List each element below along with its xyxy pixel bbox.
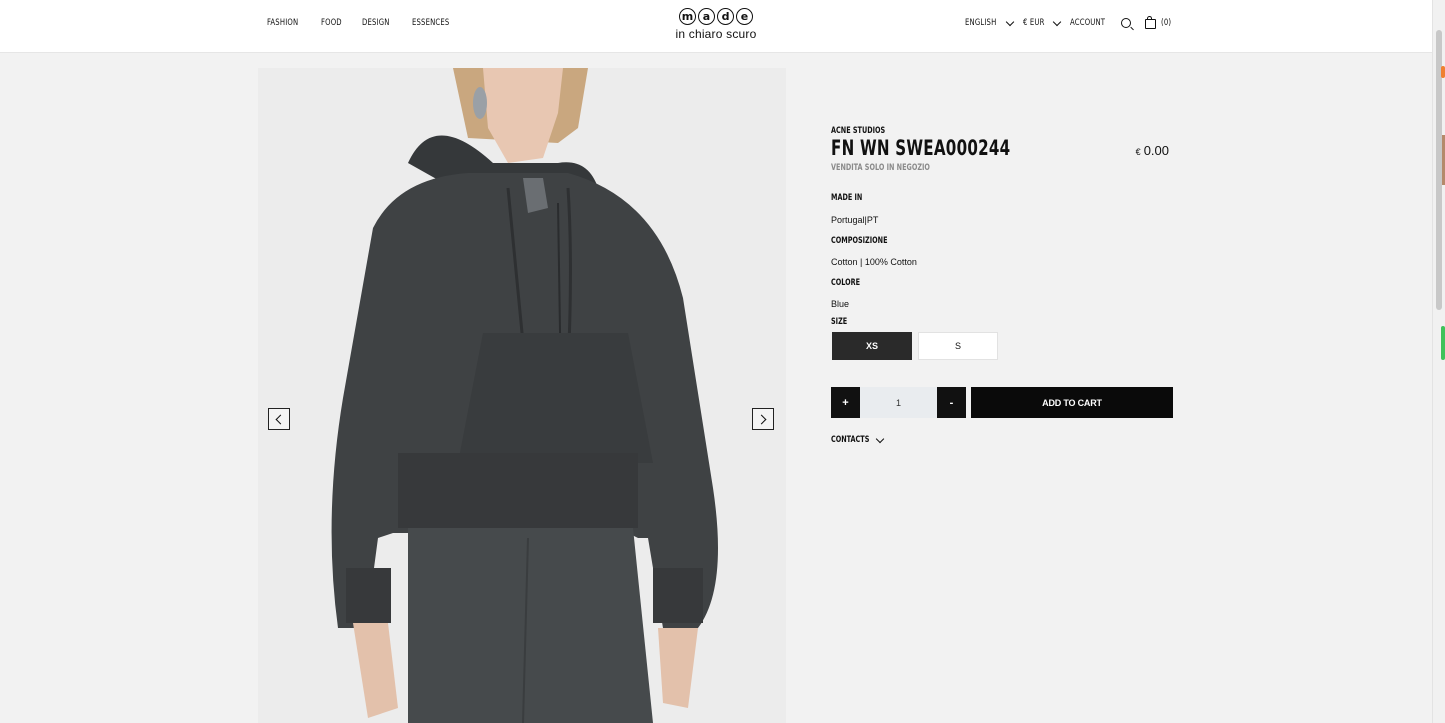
logo-tagline: in chiaro scuro	[675, 27, 757, 41]
site-header: FASHION FOOD DESIGN ESSENCES m a d e in …	[0, 0, 1433, 53]
nav-food[interactable]: FOOD	[321, 18, 342, 28]
next-image-button[interactable]	[752, 408, 774, 430]
scroll-marker	[1441, 326, 1445, 360]
quantity-decrease-button[interactable]: -	[937, 387, 966, 418]
nav-fashion[interactable]: FASHION	[267, 18, 298, 28]
size-option-s[interactable]: S	[918, 332, 998, 360]
language-selector[interactable]: ENGLISH	[965, 17, 1015, 28]
account-label: ACCOUNT	[1069, 18, 1105, 28]
chevron-down-icon	[1052, 17, 1061, 26]
chevron-left-icon	[275, 414, 286, 424]
price-value: 0.00	[1143, 143, 1169, 158]
contacts-label: CONTACTS	[831, 435, 870, 445]
currency-label: € EUR	[1023, 18, 1045, 28]
product-title: FN WN SWEA000244	[831, 136, 1011, 160]
product-image	[258, 68, 786, 723]
product-photo	[258, 68, 786, 723]
search-icon	[1120, 18, 1131, 28]
nav-essences[interactable]: ESSENCES	[412, 18, 449, 28]
chevron-down-icon	[875, 434, 885, 443]
account-link[interactable]: ACCOUNT	[1070, 18, 1111, 28]
logo-mark: m a d e	[674, 8, 758, 25]
logo-letter-a: a	[698, 8, 715, 25]
language-label: ENGLISH	[965, 18, 997, 28]
product-brand[interactable]: ACNE STUDIOS	[831, 126, 885, 136]
chevron-down-icon	[1005, 17, 1015, 26]
logo-letter-m: m	[679, 8, 696, 25]
size-label: SIZE	[831, 317, 848, 327]
quantity-input[interactable]	[860, 387, 937, 418]
made-in-label: MADE IN	[831, 193, 863, 203]
logo-letter-d: d	[717, 8, 734, 25]
utility-nav: ENGLISH € EUR ACCOUNT (0)	[965, 16, 1173, 29]
main-nav: FASHION FOOD DESIGN ESSENCES	[267, 18, 456, 28]
color-label: COLORE	[831, 278, 861, 288]
cart-count: (0)	[1160, 18, 1172, 28]
scroll-marker	[1441, 66, 1445, 78]
chevron-right-icon	[756, 414, 767, 424]
contacts-toggle[interactable]: CONTACTS	[831, 434, 885, 445]
previous-image-button[interactable]	[268, 408, 290, 430]
add-to-cart-button[interactable]: ADD TO CART	[971, 387, 1173, 418]
cart-button[interactable]: (0)	[1144, 16, 1173, 29]
page-scrollbar[interactable]	[1432, 0, 1445, 723]
search-button[interactable]	[1120, 18, 1131, 28]
currency-symbol: €	[1135, 147, 1141, 157]
made-in-value: Portugal|PT	[831, 215, 879, 225]
store-only-note: VENDITA SOLO IN NEGOZIO	[831, 163, 930, 173]
product-price: €0.00	[1136, 143, 1169, 158]
site-logo[interactable]: m a d e in chiaro scuro	[674, 8, 758, 46]
composition-value: Cotton | 100% Cotton	[831, 257, 917, 267]
quantity-increase-button[interactable]: +	[831, 387, 860, 418]
size-option-xs[interactable]: XS	[832, 332, 912, 360]
nav-design[interactable]: DESIGN	[362, 18, 390, 28]
shopping-bag-icon	[1144, 16, 1156, 29]
composition-label: COMPOSIZIONE	[831, 236, 888, 246]
color-value: Blue	[831, 299, 850, 309]
currency-selector[interactable]: € EUR	[1023, 17, 1061, 28]
logo-letter-e: e	[736, 8, 753, 25]
